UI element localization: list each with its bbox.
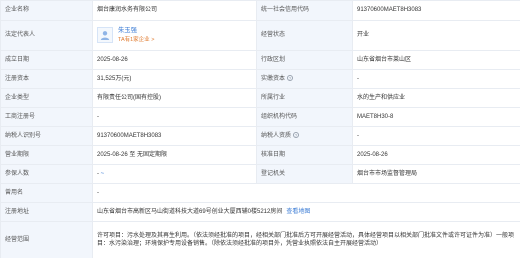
company-name-value: 烟台康润水务有限公司	[92, 0, 257, 21]
label-business-scope: 经营范围	[0, 221, 93, 258]
business-info-table: 企业名称 烟台康润水务有限公司 统一社会信用代码 91370600MAET8H3…	[0, 0, 520, 258]
label-established-date: 成立日期	[0, 50, 93, 70]
business-term-value: 2025-08-26 至 无固定期限	[92, 145, 257, 165]
approval-date-value: 2025-08-26	[352, 145, 520, 165]
registered-capital-value: 31,525万(元)	[92, 69, 257, 89]
paid-capital-value: -	[352, 69, 520, 89]
table-row: 经营范围 许可项目：污水处理及其再生利用。（依法须经批准的项目，经相关部门批准后…	[0, 221, 520, 258]
table-row: 参保人数 - ~ 登记机关 烟台市市场监督管理局	[0, 164, 520, 184]
table-row: 曾用名 -	[0, 183, 520, 203]
established-date-value: 2025-08-26	[92, 50, 257, 70]
business-scope-cell: 许可项目：污水处理及其再生利用。（依法须经批准的项目，经相关部门批准后方可开展经…	[92, 221, 520, 258]
question-circle-icon[interactable]: ?	[287, 75, 294, 82]
related-companies-text: TA有1家企业	[118, 36, 150, 43]
business-scope-value: 许可项目：污水处理及其再生利用。（依法须经批准的项目，经相关部门批准后方可开展经…	[97, 232, 515, 247]
person-avatar-icon	[97, 27, 113, 44]
label-business-status: 经营状态	[256, 20, 353, 51]
table-row: 企业名称 烟台康润水务有限公司 统一社会信用代码 91370600MAET8H3…	[0, 0, 520, 21]
table-row: 工商注册号 - 组织机构代码 MAET8H30-8	[0, 107, 520, 127]
business-status-value: 开业	[352, 20, 520, 51]
table-row: 企业类型 有限责任公司(国有控股) 所属行业 水的生产和供应业	[0, 88, 520, 108]
registered-address-cell: 山东省烟台市高新区马山街道科技大道69号创业大厦西辅0楼5212房间 查看地图	[92, 202, 520, 222]
taxpayer-qualification-value: -	[352, 126, 520, 146]
label-former-name: 曾用名	[0, 183, 93, 203]
insured-count-value: -	[97, 170, 99, 177]
registered-capital-label-text: 注册资本	[5, 75, 30, 82]
label-taxpayer-id: 纳税人识别号	[0, 126, 93, 146]
label-taxpayer-qualification: 纳税人资质?	[256, 126, 353, 146]
trend-link[interactable]: ~	[101, 171, 105, 177]
label-company-name: 企业名称	[0, 0, 93, 21]
label-registered-capital: 注册资本	[0, 69, 93, 89]
table-row: 成立日期 2025-08-26 行政区划 山东省烟台市莱山区	[0, 50, 520, 70]
label-paid-capital: 实缴资本?	[256, 69, 353, 89]
admin-division-value: 山东省烟台市莱山区	[352, 50, 520, 70]
org-code-value: MAET8H30-8	[352, 107, 520, 127]
table-row: 注册资本 31,525万(元) 实缴资本? -	[0, 69, 520, 89]
label-company-type: 企业类型	[0, 88, 93, 108]
label-insured-count: 参保人数	[0, 164, 93, 184]
table-row: 营业期限 2025-08-26 至 无固定期限 核准日期 2025-08-26	[0, 145, 520, 165]
registered-address-value: 山东省烟台市高新区马山街道科技大道69号创业大厦西辅0楼5212房间	[97, 208, 283, 215]
related-companies-link[interactable]: TA有1家企业 >	[118, 37, 154, 44]
question-circle-icon[interactable]: ?	[293, 132, 300, 139]
insured-count-cell: - ~	[92, 164, 257, 184]
taxpayer-id-value: 91370600MAET8H3083	[92, 126, 257, 146]
industry-value: 水的生产和供应业	[352, 88, 520, 108]
label-industry: 所属行业	[256, 88, 353, 108]
view-map-link[interactable]: 查看地图	[286, 209, 310, 215]
table-row: 法定代表人 朱玉强 TA有1家企业 > 经营状态 开业	[0, 20, 520, 51]
label-registration-number: 工商注册号	[0, 107, 93, 127]
credit-code-value: 91370600MAET8H3083	[352, 0, 520, 21]
label-business-term: 营业期限	[0, 145, 93, 165]
label-credit-code: 统一社会信用代码	[256, 0, 353, 21]
table-row: 注册地址 山东省烟台市高新区马山街道科技大道69号创业大厦西辅0楼5212房间查…	[0, 202, 520, 222]
label-registered-address: 注册地址	[0, 202, 93, 222]
label-legal-rep: 法定代表人	[0, 20, 93, 51]
registration-authority-value: 烟台市市场监督管理局	[352, 164, 520, 184]
paid-capital-label-text: 实缴资本	[261, 75, 286, 82]
taxpayer-qualification-label-text: 纳税人资质	[261, 132, 292, 139]
legal-rep-name-link[interactable]: 朱玉强	[118, 27, 154, 36]
label-approval-date: 核准日期	[256, 145, 353, 165]
label-org-code: 组织机构代码	[256, 107, 353, 127]
table-row: 纳税人识别号 91370600MAET8H3083 纳税人资质? -	[0, 126, 520, 146]
chevron-right-icon: >	[151, 36, 155, 43]
label-registration-authority: 登记机关	[256, 164, 353, 184]
label-admin-division: 行政区划	[256, 50, 353, 70]
former-name-value: -	[92, 183, 520, 203]
registration-number-value: -	[92, 107, 257, 127]
legal-rep-cell: 朱玉强 TA有1家企业 >	[92, 20, 257, 51]
company-type-value: 有限责任公司(国有控股)	[92, 88, 257, 108]
